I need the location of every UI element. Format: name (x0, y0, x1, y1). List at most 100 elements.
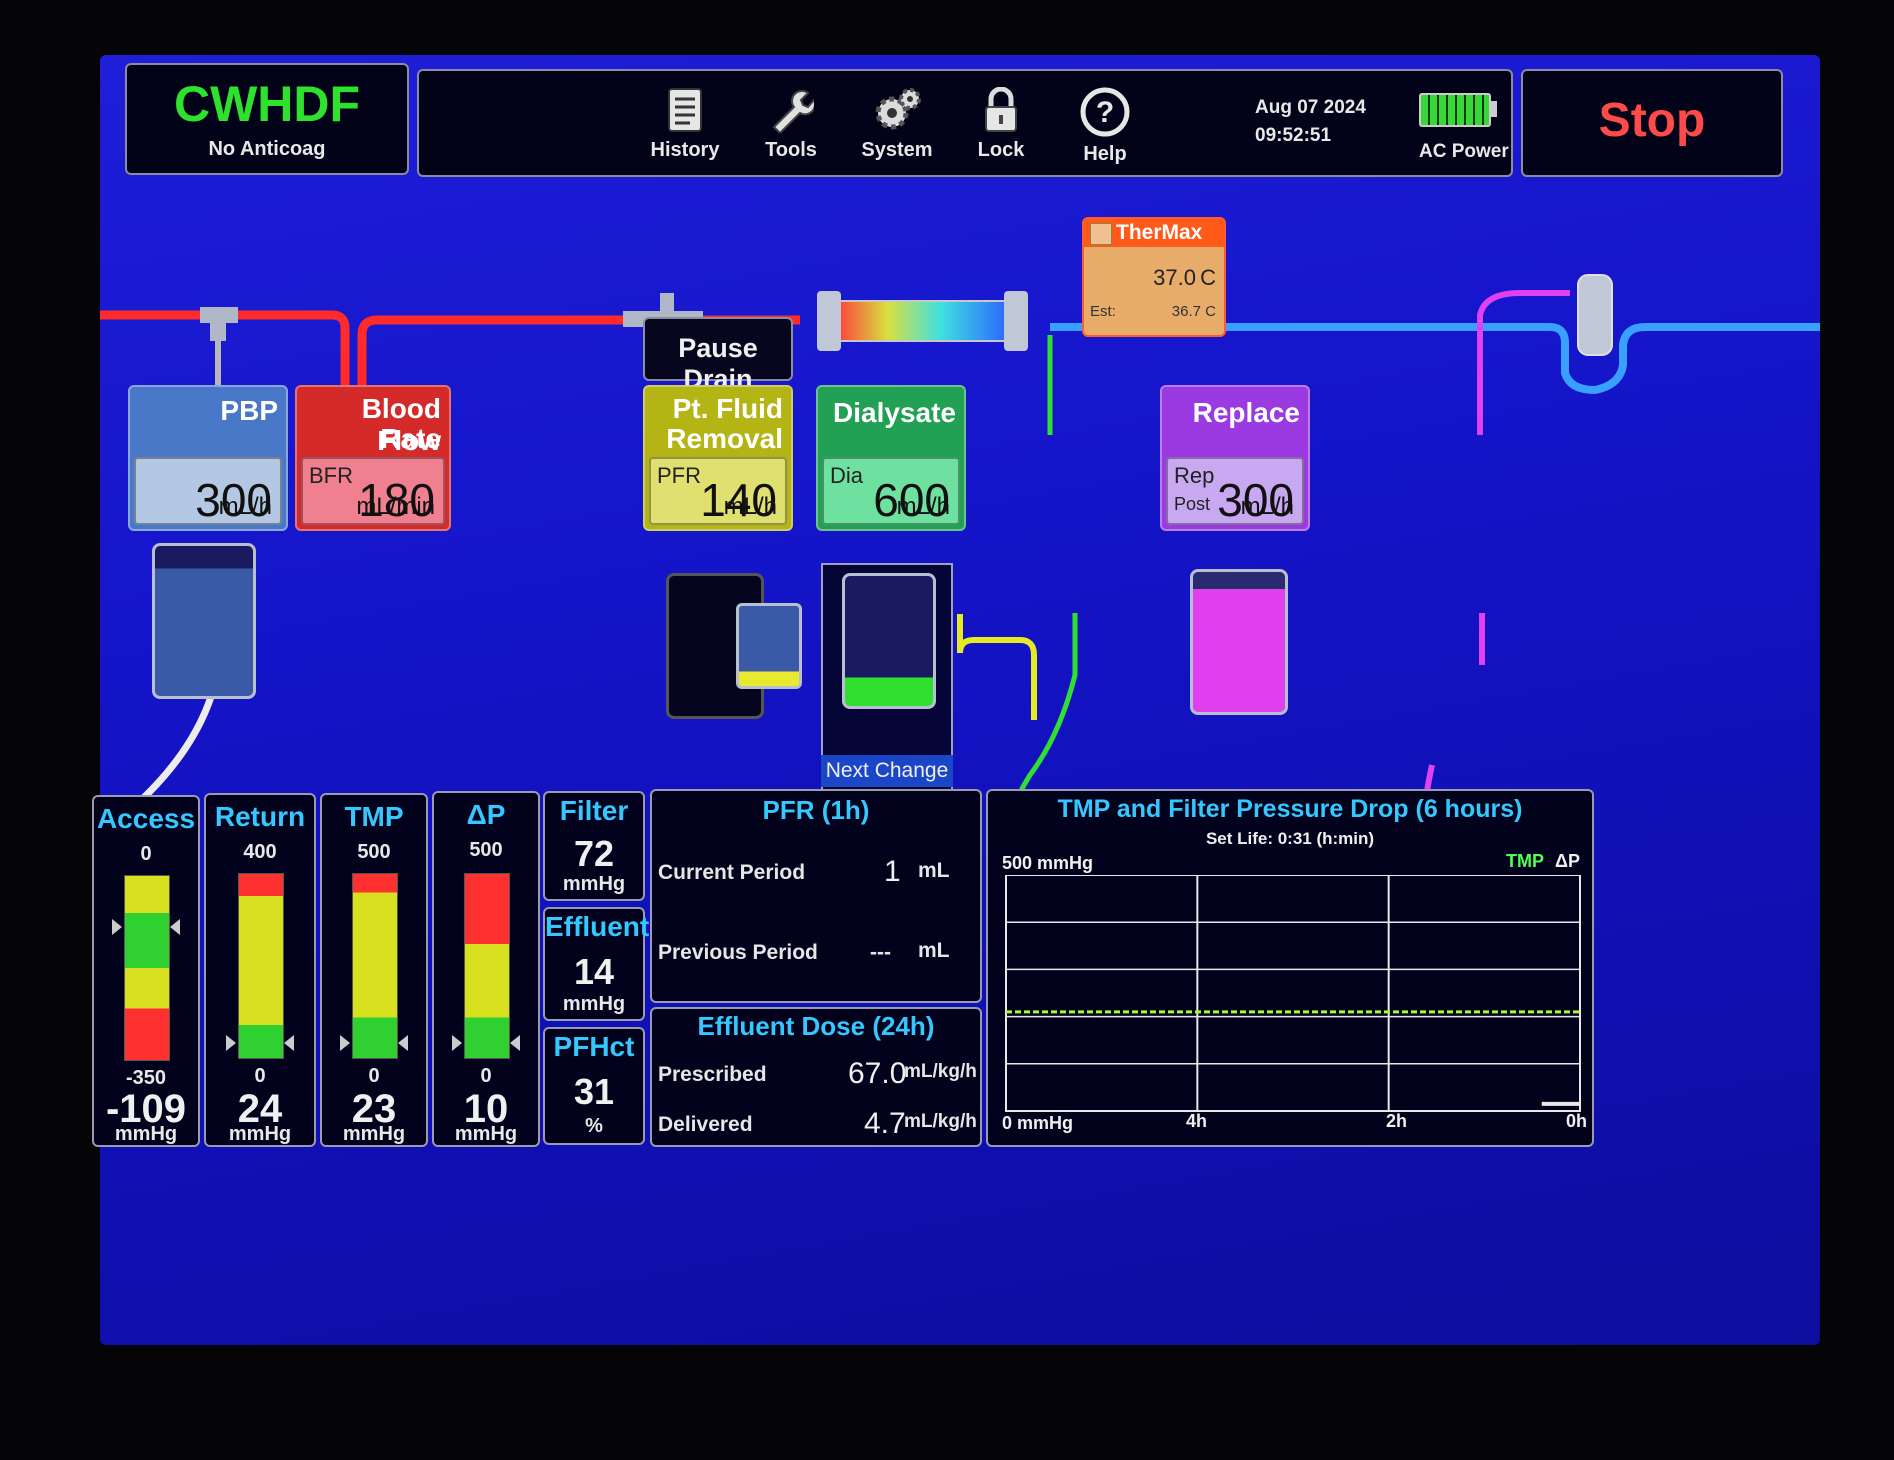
replace-code: Rep (1174, 463, 1215, 488)
pfr-code: PFR (657, 463, 701, 488)
therapy-mode-box[interactable]: CWHDF No Anticoag (125, 63, 409, 175)
dialysate-unit: mL/h (896, 493, 950, 520)
stop-label: Stop (1598, 94, 1706, 147)
chart-subtitle: Set Life: 0:31 (h:min) (1205, 829, 1375, 848)
prescribed-label: Prescribed (658, 1063, 767, 1086)
help-icon: ? (1080, 87, 1130, 137)
x-tick-0h: 0h (1566, 1111, 1588, 1131)
pbp-t-stem (210, 323, 226, 341)
dialysate-bag (842, 573, 936, 709)
thermax-title: TherMax (1116, 221, 1203, 244)
filter-body (834, 300, 1012, 342)
tmp-pressure-panel[interactable]: TMP 500 0 23 mmHg (320, 793, 428, 1147)
thermax-temp-unit: C (1200, 265, 1216, 290)
tmp-limit-right (398, 1035, 408, 1051)
pfhct-unit: % (585, 1115, 603, 1137)
dialysate-card[interactable]: Dialysate Dia 600 mL/h (816, 385, 966, 531)
return-unit: mmHg (228, 1123, 292, 1145)
effluent-bag-small (736, 603, 802, 689)
date-display: Aug 07 2024 (1255, 97, 1366, 118)
access-gauge (124, 875, 170, 1061)
system-label: System (861, 139, 933, 161)
system-button[interactable]: System (849, 87, 945, 162)
pfr-unit: mL/h (723, 493, 777, 520)
pfhct-title: PFHct (553, 1031, 635, 1062)
effluent-dose-title: Effluent Dose (24h) (697, 1011, 935, 1041)
pfr-value-box: PFR 140 mL/h (649, 457, 787, 526)
lock-label: Lock (977, 139, 1025, 161)
pressure-trend-panel[interactable]: TMP and Filter Pressure Drop (6 hours) S… (986, 789, 1594, 1147)
therapy-mode-title: CWHDF (173, 76, 361, 132)
pbp-pump-card[interactable]: PBP 300 mL/h (128, 385, 288, 531)
dialysis-screen: CWHDF No Anticoag History Tools System L… (92, 55, 1820, 1345)
access-unit: mmHg (114, 1123, 178, 1145)
effluent-value: 14 (573, 951, 615, 992)
effluent-unit: mmHg (562, 993, 626, 1015)
dialysate-title: Dialysate (833, 397, 956, 428)
access-scale-top: 0 (140, 843, 152, 865)
next-change-label[interactable]: Next Change (821, 755, 953, 787)
tools-button[interactable]: Tools (743, 87, 839, 162)
anticoag-mode-label: No Anticoag (208, 138, 326, 160)
delta-p-panel[interactable]: ΔP 500 0 10 mmHg (432, 791, 540, 1147)
time-display: 09:52:51 (1255, 125, 1332, 146)
tmp-scale-top: 500 (357, 841, 391, 863)
effluent-line (957, 614, 1037, 720)
replace-value-box: Rep Post 300 mL/h (1166, 457, 1304, 526)
pfr-hourly-panel[interactable]: PFR (1h) Current Period 1 mL Previous Pe… (650, 789, 982, 1003)
legend-tmp: TMP (1506, 851, 1544, 871)
bfr-code: BFR (309, 463, 353, 488)
delta-p-limit-right (510, 1035, 520, 1051)
pbp-bag (152, 543, 256, 699)
delta-p-scale-top: 500 (469, 839, 503, 861)
power-status: AC Power (1419, 141, 1509, 162)
lock-button[interactable]: Lock (953, 87, 1049, 162)
tmp-scale-bottom: 0 (368, 1065, 380, 1087)
previous-period-label: Previous Period (658, 941, 818, 964)
delta-p-gauge (464, 873, 510, 1059)
tools-label: Tools (765, 139, 817, 161)
effluent-title: Effluent (545, 911, 650, 942)
access-limit-left (112, 919, 122, 935)
pbp-unit: mL/h (218, 493, 272, 520)
tmp-unit: mmHg (342, 1123, 406, 1145)
battery-icon (1419, 93, 1491, 127)
history-icon (668, 88, 702, 132)
replace-mode: Post (1174, 494, 1211, 514)
chart-ylabel-top: 500 mmHg (1002, 853, 1094, 873)
history-button[interactable]: History (637, 87, 733, 162)
effluent-pressure-panel[interactable]: Effluent 14 mmHg (543, 907, 650, 1021)
access-pressure-panel[interactable]: Access 0 -350 -109 mmHg (92, 795, 200, 1147)
return-pressure-panel[interactable]: Return 400 0 24 mmHg (204, 793, 316, 1147)
filter-pressure-panel[interactable]: Filter 72 mmHg (543, 791, 645, 901)
current-period-label: Current Period (658, 861, 806, 884)
filter-title: Filter (559, 795, 629, 826)
replacement-card[interactable]: Replace Rep Post 300 mL/h (1160, 385, 1310, 531)
prescribed-unit: mL/kg/h (904, 1061, 977, 1082)
delivered-label: Delivered (658, 1113, 753, 1136)
help-button[interactable]: ? Help (1057, 87, 1153, 166)
delta-p-unit: mmHg (454, 1123, 518, 1145)
history-label: History (650, 139, 720, 161)
bfr-title-line2: Rate (380, 423, 441, 454)
filter-cap-left (817, 291, 841, 351)
access-limit-right (170, 919, 180, 935)
fluid-removal-card[interactable]: Pt. Fluid Removal PFR 140 mL/h (643, 385, 793, 531)
thermax-warmer-card[interactable]: TherMax 37.0 C Est: 36.7 C (1082, 217, 1226, 337)
effluent-dose-panel[interactable]: Effluent Dose (24h) Prescribed 67.0 mL/k… (650, 1007, 982, 1147)
return-limit-right (284, 1035, 294, 1051)
previous-period-value: --- (870, 941, 891, 964)
return-scale-top: 400 (243, 841, 277, 863)
delta-p-limit-left (452, 1035, 462, 1051)
blood-flow-rate-card[interactable]: Blood Flow Rate BFR 180 mL/min (295, 385, 451, 531)
pfr-hourly-title: PFR (1h) (762, 795, 870, 825)
dialysate-value-box: Dia 600 mL/h (822, 457, 960, 526)
pause-drain-button[interactable]: Pause Drain (643, 317, 793, 394)
x-tick-4h: 4h (1186, 1111, 1208, 1131)
pfhct-panel[interactable]: PFHct 31 % (543, 1027, 645, 1145)
pbp-title: PBP (220, 395, 278, 426)
stop-button[interactable]: Stop (1521, 69, 1783, 177)
bfr-value-box: BFR 180 mL/min (301, 457, 445, 526)
pressure-pod-stem (660, 293, 674, 315)
return-scale-bottom: 0 (254, 1065, 266, 1087)
